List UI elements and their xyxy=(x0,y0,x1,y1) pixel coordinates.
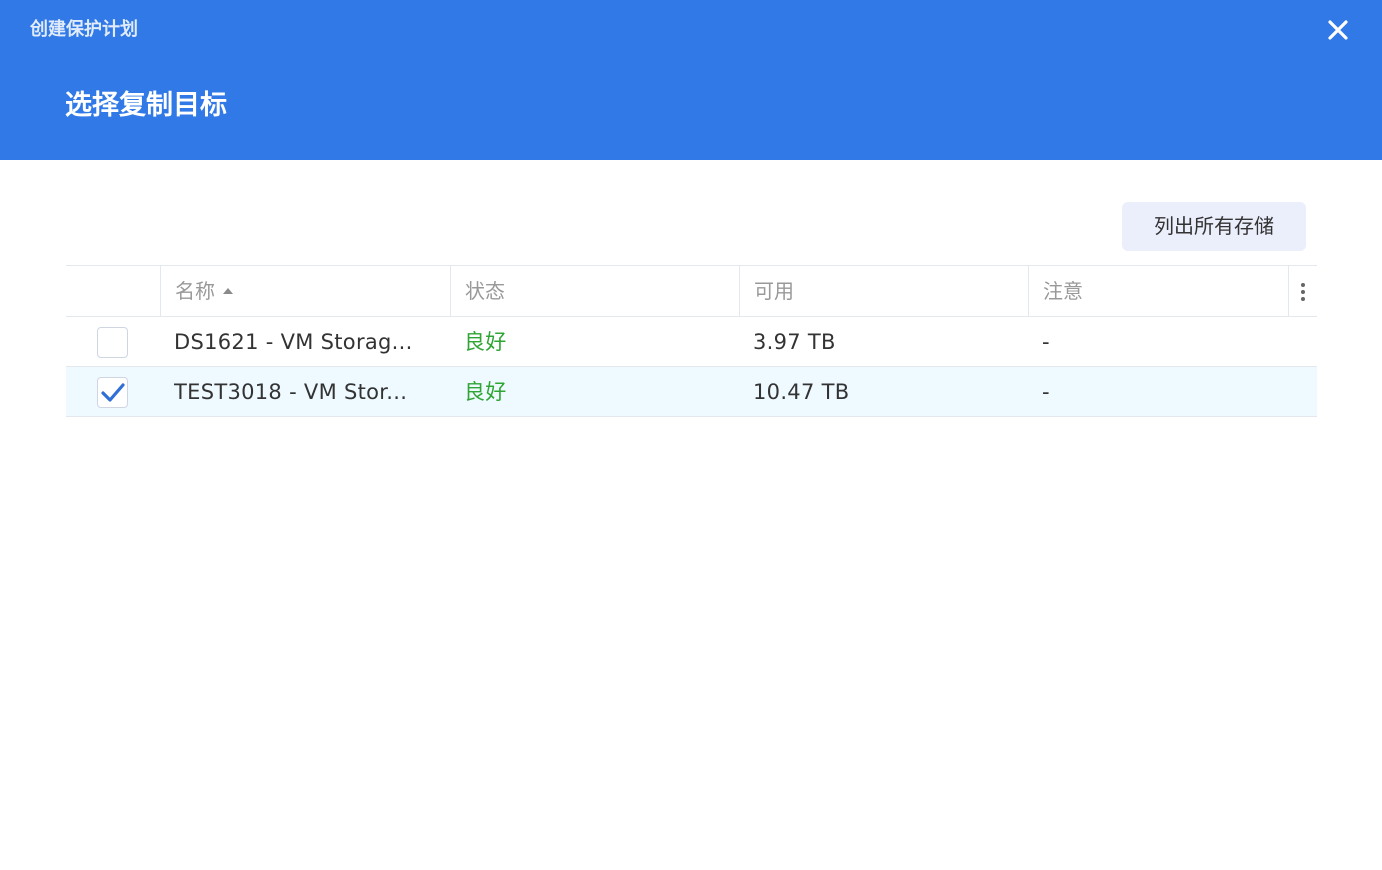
close-icon[interactable] xyxy=(1322,14,1354,46)
row-available: 3.97 TB xyxy=(753,330,836,354)
close-button[interactable] xyxy=(1322,14,1354,46)
list-all-storage-button[interactable]: 列出所有存储 xyxy=(1122,202,1306,251)
column-header-name-label: 名称 xyxy=(175,279,215,303)
table-row[interactable]: DS1621 - VM Storag... 良好 3.97 TB - xyxy=(66,317,1317,367)
column-header-status-label: 状态 xyxy=(465,279,505,303)
column-header-status[interactable]: 状态 xyxy=(450,266,739,316)
row-available: 10.47 TB xyxy=(753,380,850,404)
table-row[interactable]: TEST3018 - VM Stor... 良好 10.47 TB - xyxy=(66,367,1317,417)
row-note: - xyxy=(1042,330,1050,354)
window-title: 创建保护计划 xyxy=(30,19,138,40)
column-header-available-label: 可用 xyxy=(754,279,794,303)
sort-ascending-icon xyxy=(223,287,233,294)
dialog-header: 创建保护计划 选择复制目标 xyxy=(0,0,1382,160)
column-header-note-label: 注意 xyxy=(1043,279,1083,303)
step-title: 选择复制目标 xyxy=(65,90,227,121)
row-name: DS1621 - VM Storag... xyxy=(174,330,413,354)
checkmark-icon xyxy=(101,383,125,402)
row-note: - xyxy=(1042,380,1050,404)
checkbox-column-header xyxy=(66,266,160,316)
column-header-name[interactable]: 名称 xyxy=(160,266,450,316)
row-status: 良好 xyxy=(464,330,507,354)
row-name: TEST3018 - VM Stor... xyxy=(174,380,408,404)
table-header: 名称 状态 可用 注意 xyxy=(66,265,1317,317)
storage-table: 名称 状态 可用 注意 DS1621 - VM Storag... 良好 3.9… xyxy=(66,265,1317,417)
column-header-note[interactable]: 注意 xyxy=(1028,266,1288,316)
column-options-icon[interactable] xyxy=(1288,266,1317,316)
row-checkbox[interactable] xyxy=(97,327,128,358)
row-status: 良好 xyxy=(464,380,507,404)
row-checkbox[interactable] xyxy=(97,377,128,408)
column-header-available[interactable]: 可用 xyxy=(739,266,1028,316)
